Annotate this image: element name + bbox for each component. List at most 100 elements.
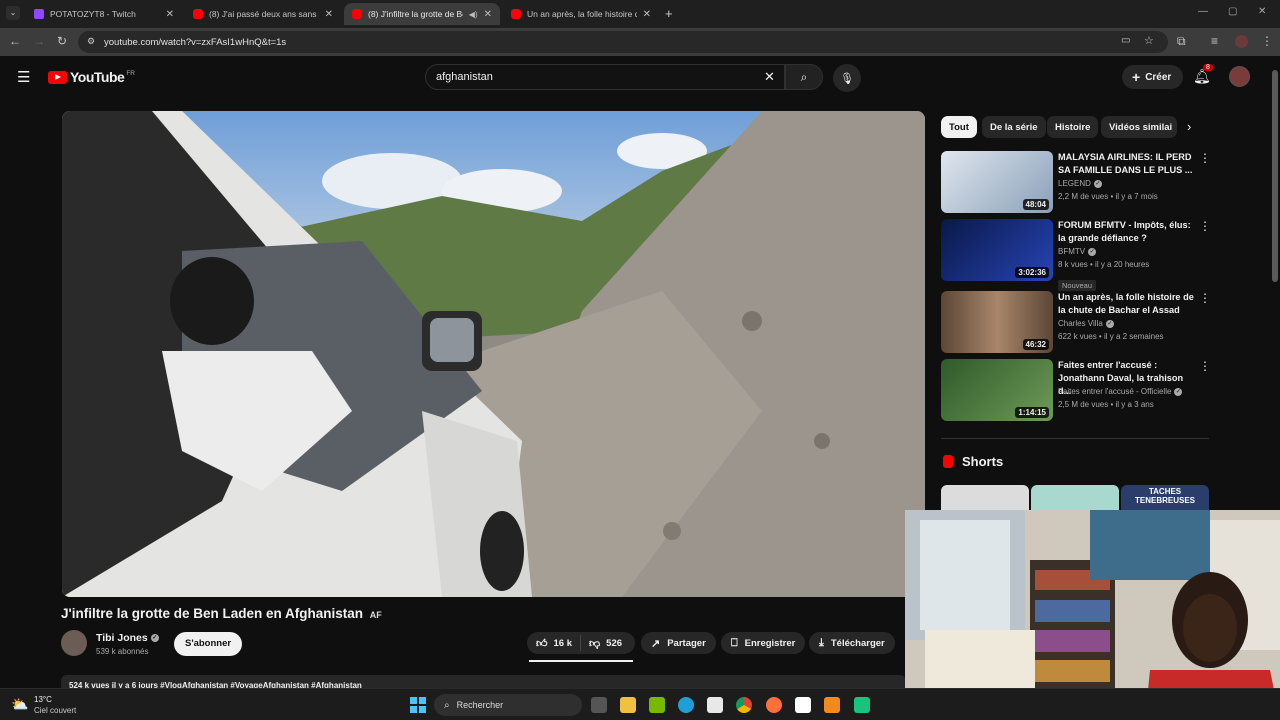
- bookmark-icon: ⎕: [731, 636, 738, 649]
- recommended-video[interactable]: 46:32 Un an après, la folle histoire de …: [941, 291, 1211, 353]
- account-avatar[interactable]: [1229, 66, 1250, 87]
- twitch-icon: [34, 9, 44, 19]
- close-tab-icon[interactable]: ✕: [166, 9, 174, 20]
- browser-tab-active[interactable]: (8) J'infiltre la grotte de Ben ◀) ✕: [344, 3, 500, 25]
- video-thumbnail[interactable]: 3:02:36: [941, 219, 1053, 281]
- recommended-video[interactable]: 48:04 MALAYSIA AIRLINES: IL PERD SA FAMI…: [941, 151, 1211, 213]
- back-icon[interactable]: ←: [9, 34, 21, 48]
- youtube-play-icon: [48, 70, 67, 84]
- weather-temperature[interactable]: 13°C: [34, 695, 52, 704]
- browser-tab-strip: ⌄ POTATOZYT8 - Twitch ✕ (8) J'ai passé d…: [0, 0, 1280, 28]
- share-button[interactable]: ↗ Partager: [641, 632, 716, 654]
- short-thumbnail[interactable]: [1031, 485, 1119, 510]
- speaker-icon[interactable]: ◀): [469, 10, 478, 19]
- address-bar[interactable]: ⚙ youtube.com/watch?v=zxFAsI1wHnQ&t=1s ▭…: [78, 31, 1168, 53]
- site-info-icon[interactable]: ⚙: [87, 36, 95, 47]
- recommended-video[interactable]: 1:14:15 Faites entrer l'accusé : Jonatha…: [941, 359, 1211, 421]
- profile-avatar[interactable]: [1235, 35, 1248, 48]
- like-progress-bar: [529, 660, 633, 662]
- close-window-icon[interactable]: ✕: [1258, 6, 1266, 17]
- capcut-icon[interactable]: [795, 697, 811, 713]
- vlc-icon[interactable]: [824, 697, 840, 713]
- notifications-button[interactable]: 🔔︎ 8: [1193, 64, 1213, 86]
- hamburger-menu-icon[interactable]: ☰: [17, 68, 30, 86]
- plus-icon: +: [1132, 69, 1141, 85]
- weather-description[interactable]: Ciel couvert: [34, 706, 76, 715]
- weather-icon[interactable]: ⛅: [11, 696, 28, 713]
- section-divider: [941, 438, 1209, 439]
- close-tab-icon[interactable]: ✕: [325, 9, 333, 20]
- video-title: J'infiltre la grotte de Ben Laden en Afg…: [61, 606, 382, 621]
- channel-avatar[interactable]: [61, 630, 87, 656]
- download-button[interactable]: ⤓ Télécharger: [809, 632, 895, 654]
- shorts-header: Shorts: [943, 454, 1003, 469]
- channel-name: Faites entrer l'accusé - Officielle ✓: [1058, 387, 1183, 396]
- tab-search-icon[interactable]: ⌄: [6, 6, 20, 20]
- browser-tab[interactable]: POTATOZYT8 - Twitch ✕: [26, 3, 182, 25]
- file-explorer-icon[interactable]: [620, 697, 636, 713]
- extensions-icon[interactable]: ⧉: [1177, 34, 1186, 49]
- like-button[interactable]: 👍︎ 16 k: [527, 635, 581, 651]
- cast-icon[interactable]: ▭: [1121, 35, 1130, 46]
- save-button[interactable]: ⎕ Enregistrer: [721, 632, 806, 654]
- short-thumbnail[interactable]: [941, 485, 1029, 510]
- close-tab-icon[interactable]: ✕: [484, 9, 492, 20]
- chip-history[interactable]: Histoire: [1047, 116, 1099, 138]
- page-scrollbar[interactable]: [1272, 70, 1278, 282]
- youtube-logo[interactable]: YouTube FR: [48, 69, 135, 85]
- chip-all[interactable]: Tout: [941, 116, 977, 138]
- browser-tab[interactable]: Un an après, la folle histoire de ✕: [503, 3, 659, 25]
- verified-icon: ✓: [1174, 387, 1183, 396]
- browser-tab[interactable]: (8) J'ai passé deux ans sans pap ✕: [185, 3, 341, 25]
- more-options-icon[interactable]: ⋮: [1199, 219, 1211, 233]
- more-options-icon[interactable]: ⋮: [1199, 291, 1211, 305]
- windows-taskbar: ⛅ 13°C Ciel couvert ⌕ Rechercher: [0, 688, 1280, 720]
- chip-series[interactable]: De la série: [982, 116, 1046, 138]
- subscribe-button[interactable]: S'abonner: [174, 632, 243, 656]
- chrome-icon[interactable]: [736, 697, 752, 713]
- taskbar-search-box[interactable]: ⌕ Rechercher: [434, 694, 582, 716]
- app-icon[interactable]: [854, 697, 870, 713]
- close-tab-icon[interactable]: ✕: [643, 9, 651, 20]
- new-tab-icon[interactable]: +: [665, 6, 673, 21]
- channel-name[interactable]: Tibi Jones ✓: [96, 632, 159, 644]
- voice-search-button[interactable]: 🎙︎: [833, 64, 861, 92]
- browser-menu-icon[interactable]: ⋮: [1261, 34, 1273, 48]
- video-frame: [62, 111, 925, 597]
- maximize-icon[interactable]: ▢: [1228, 6, 1237, 17]
- reading-list-icon[interactable]: ≡: [1211, 34, 1218, 48]
- search-input[interactable]: afghanistan ✕: [425, 64, 785, 90]
- edge-icon[interactable]: [678, 697, 694, 713]
- short-thumbnail[interactable]: TACHES TENEBREUSES: [1121, 485, 1209, 510]
- video-player[interactable]: [62, 111, 925, 597]
- notification-count-badge: 8: [1203, 64, 1213, 71]
- dislike-button[interactable]: 👎︎ 526: [581, 637, 630, 650]
- subscriber-count: 539 k abonnés: [96, 647, 149, 656]
- more-options-icon[interactable]: ⋮: [1199, 359, 1211, 373]
- video-thumbnail[interactable]: 48:04: [941, 151, 1053, 213]
- bookmark-star-icon[interactable]: ☆: [1144, 34, 1154, 47]
- search-button[interactable]: ⌕: [785, 64, 823, 90]
- youtube-favicon-icon: [193, 9, 203, 19]
- forward-icon[interactable]: →: [33, 34, 45, 48]
- chip-similar[interactable]: Vidéos similai: [1101, 116, 1177, 138]
- video-thumbnail[interactable]: 1:14:15: [941, 359, 1053, 421]
- video-thumbnail[interactable]: 46:32: [941, 291, 1053, 353]
- firefox-icon[interactable]: [766, 697, 782, 713]
- description-box[interactable]: 524 k vues il y a 6 jours #VlogAfghanist…: [61, 675, 906, 688]
- thumbs-down-icon: 👎︎: [589, 637, 601, 650]
- start-button[interactable]: [410, 697, 426, 713]
- youtube-favicon-icon: [352, 9, 362, 19]
- more-options-icon[interactable]: ⋮: [1199, 151, 1211, 165]
- reload-icon[interactable]: ↻: [57, 34, 67, 48]
- store-icon[interactable]: [707, 697, 723, 713]
- chevron-right-icon[interactable]: ›: [1187, 119, 1191, 134]
- clear-search-icon[interactable]: ✕: [764, 69, 775, 85]
- shorts-icon: [943, 455, 953, 468]
- task-view-icon[interactable]: [591, 697, 607, 713]
- nvidia-icon[interactable]: [649, 697, 665, 713]
- minimize-icon[interactable]: —: [1198, 6, 1208, 17]
- recommended-video[interactable]: 3:02:36 FORUM BFMTV - Impôts, élus: la g…: [941, 219, 1211, 291]
- create-button[interactable]: + Créer: [1122, 65, 1184, 89]
- youtube-header: ☰ YouTube FR afghanistan ✕ ⌕ 🎙︎ + Créer …: [0, 56, 1270, 98]
